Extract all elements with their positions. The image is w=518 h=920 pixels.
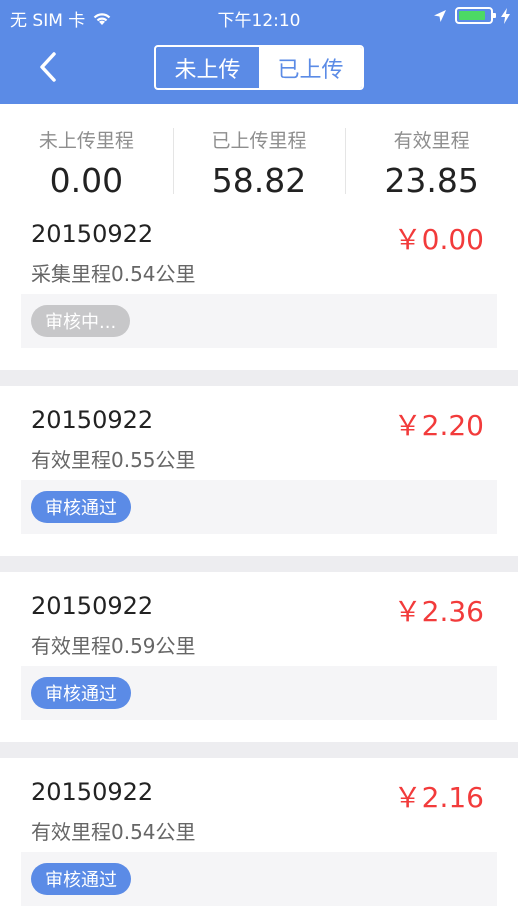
record-item[interactable]: 20150922 ￥0.00 采集里程0.54公里 审核中... (0, 200, 518, 370)
summary-label: 已上传里程 (211, 130, 307, 152)
summary-value: 58.82 (211, 161, 307, 200)
record-amount: ￥2.20 (393, 409, 484, 442)
status-badge: 审核通过 (31, 863, 131, 895)
summary-value: 23.85 (384, 161, 479, 200)
record-item[interactable]: 20150922 ￥2.36 有效里程0.59公里 审核通过 (0, 572, 518, 742)
record-date: 20150922 (31, 778, 154, 806)
status-bar: 无 SIM 卡 下午12:10 (0, 0, 518, 34)
summary-value: 0.00 (49, 161, 124, 200)
record-status-band: 审核中... (21, 294, 497, 348)
record-amount: ￥0.00 (393, 223, 484, 256)
divider (0, 556, 518, 572)
divider (0, 370, 518, 386)
top-bar: 无 SIM 卡 下午12:10 未上传 已上传 (0, 0, 518, 104)
status-badge: 审核中... (31, 305, 131, 337)
record-status-band: 审核通过 (21, 480, 497, 534)
location-icon (434, 9, 446, 22)
record-date: 20150922 (31, 592, 154, 620)
chevron-left-icon[interactable] (34, 50, 62, 84)
record-amount: ￥2.36 (393, 595, 484, 628)
summary-label: 有效里程 (393, 130, 470, 152)
divider (0, 742, 518, 758)
record-desc: 采集里程0.54公里 (31, 262, 196, 286)
record-date: 20150922 (31, 406, 154, 434)
record-item[interactable]: 20150922 ￥2.16 有效里程0.54公里 审核通过 (0, 758, 518, 920)
record-status-band: 审核通过 (21, 852, 497, 906)
record-status-band: 审核通过 (21, 666, 497, 720)
summary-uploaded: 已上传里程 58.82 (172, 104, 346, 200)
mileage-summary: 未上传里程 0.00 已上传里程 58.82 有效里程 23.85 (0, 104, 518, 200)
tab-uploaded[interactable]: 已上传 (259, 47, 362, 88)
record-item[interactable]: 20150922 ￥2.20 有效里程0.55公里 审核通过 (0, 386, 518, 556)
record-desc: 有效里程0.59公里 (31, 634, 196, 658)
status-badge: 审核通过 (31, 491, 131, 523)
summary-effective: 有效里程 23.85 (345, 104, 518, 200)
record-desc: 有效里程0.54公里 (31, 820, 196, 844)
record-desc: 有效里程0.55公里 (31, 448, 196, 472)
summary-label: 未上传里程 (38, 130, 134, 152)
battery-icon (455, 7, 496, 24)
tab-not-uploaded[interactable]: 未上传 (156, 47, 259, 88)
battery-level (459, 11, 485, 20)
status-right (433, 7, 510, 24)
summary-not-uploaded: 未上传里程 0.00 (0, 104, 173, 200)
status-badge: 审核通过 (31, 677, 131, 709)
record-date: 20150922 (31, 220, 154, 248)
record-list: 20150922 ￥0.00 采集里程0.54公里 审核中... 2015092… (0, 200, 518, 920)
charging-icon (501, 7, 510, 24)
upload-segmented-control: 未上传 已上传 (154, 45, 364, 90)
record-amount: ￥2.16 (393, 781, 484, 814)
